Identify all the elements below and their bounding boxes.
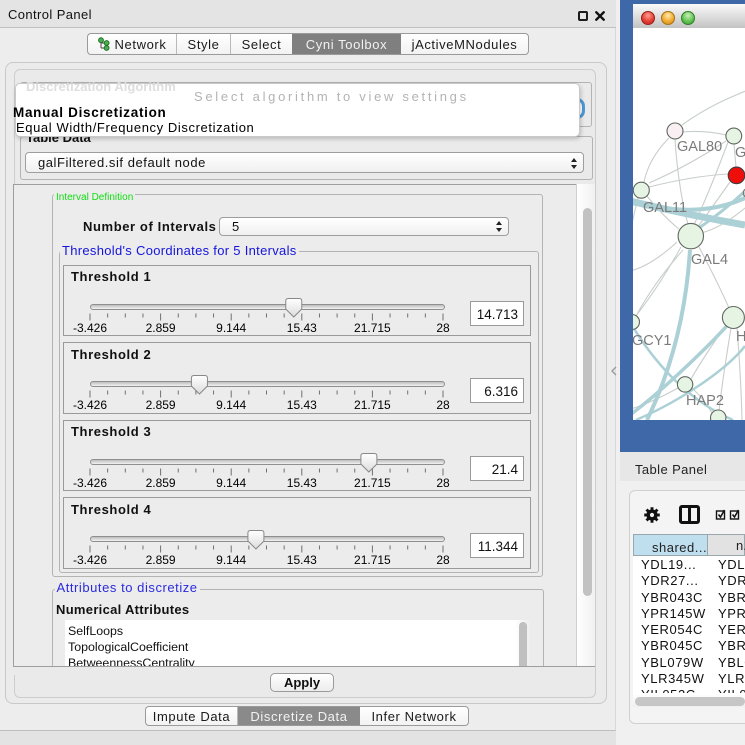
svg-text:GAL11: GAL11 [643,200,687,216]
svg-text:GCY1: GCY1 [633,333,672,349]
svg-text:GAL80: GAL80 [677,139,722,155]
svg-text:GA: GA [735,145,745,161]
svg-text:GAL4: GAL4 [691,252,728,268]
svg-text:H: H [736,329,745,345]
svg-text:HAP2: HAP2 [686,393,724,409]
